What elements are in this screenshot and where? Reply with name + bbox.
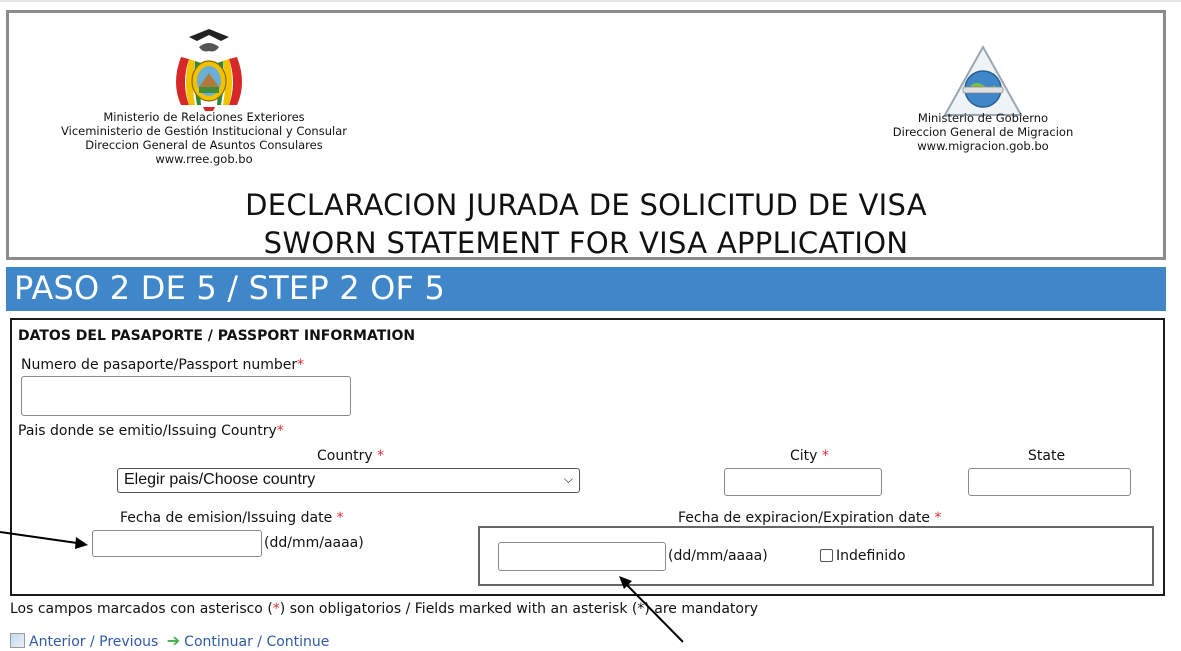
expiration-date-input[interactable] — [498, 542, 666, 571]
expiration-date-label-text: Fecha de expiracion/Expiration date — [678, 510, 931, 526]
wizard-navigation: Anterior / Previous ➔ Continuar / Continu… — [10, 631, 329, 650]
page-title-spanish: DECLARACION JURADA DE SOLICITUD DE VISA — [245, 188, 927, 222]
required-asterisk: * — [276, 423, 284, 439]
expiration-date-format-hint: (dd/mm/aaaa) — [668, 548, 768, 564]
issuing-date-label-text: Fecha de emision/Issuing date — [120, 510, 333, 526]
issuing-date-input[interactable] — [92, 530, 262, 557]
right-ministry-info: Ministerio de Gobierno Direccion General… — [857, 111, 1109, 153]
right-ministry-line: Direccion General de Migracion — [892, 125, 1074, 139]
city-input[interactable] — [724, 468, 882, 496]
state-input[interactable] — [968, 468, 1131, 496]
mandatory-note-text-end: ) son obligatorios / Fields marked with … — [279, 601, 758, 617]
state-label: State — [1028, 448, 1066, 464]
required-asterisk: * — [272, 601, 280, 617]
chevron-down-icon: ⌵ — [563, 472, 573, 486]
step-indicator-bar: PASO 2 DE 5 / STEP 2 OF 5 — [6, 267, 1166, 311]
country-select-value: Elegir pais/Choose country — [124, 471, 316, 488]
page-title-english: SWORN STATEMENT FOR VISA APPLICATION — [263, 226, 909, 260]
section-title: DATOS DEL PASAPORTE / PASSPORT INFORMATI… — [18, 328, 416, 344]
country-select[interactable]: Elegir pais/Choose country ⌵ — [117, 468, 580, 493]
left-ministry-line: Viceministerio de Gestión Institucional … — [61, 124, 347, 138]
back-arrow-icon — [10, 633, 25, 648]
previous-link[interactable]: Anterior / Previous — [29, 634, 158, 650]
required-asterisk: * — [821, 448, 829, 464]
bolivia-coat-of-arms-logo — [176, 29, 242, 111]
left-ministry-info: Ministerio de Relaciones Exteriores Vice… — [19, 110, 389, 166]
required-asterisk: * — [336, 510, 344, 526]
required-asterisk: * — [934, 510, 942, 526]
continue-link[interactable]: Continuar / Continue — [184, 634, 329, 650]
issuing-date-format-hint: (dd/mm/aaaa) — [264, 535, 364, 551]
required-asterisk: * — [297, 357, 305, 373]
issuing-country-label: Pais donde se emitio/Issuing Country* — [18, 423, 284, 439]
passport-number-label: Numero de pasaporte/Passport number* — [21, 357, 304, 373]
passport-number-input[interactable] — [21, 376, 351, 416]
mandatory-note-text-start: Los campos marcados con asterisco ( — [10, 601, 273, 617]
passport-info-form: DATOS DEL PASAPORTE / PASSPORT INFORMATI… — [10, 318, 1165, 596]
country-label: Country * — [317, 448, 384, 464]
top-divider — [0, 0, 1181, 2]
issuing-date-label: Fecha de emision/Issuing date * — [120, 510, 344, 526]
left-ministry-website: www.rree.gob.bo — [155, 152, 253, 166]
left-ministry-line: Ministerio de Relaciones Exteriores — [103, 110, 305, 124]
indefinite-label: Indefinido — [836, 548, 906, 564]
left-ministry-line: Direccion General de Asuntos Consulares — [85, 138, 323, 152]
city-label-text: City — [790, 448, 818, 464]
issuing-country-label-text: Pais donde se emitio/Issuing Country — [18, 423, 277, 439]
green-right-arrow-icon: ➔ — [166, 631, 181, 650]
passport-number-label-text: Numero de pasaporte/Passport number — [21, 357, 298, 373]
expiration-date-group: (dd/mm/aaaa) Indefinido — [478, 526, 1154, 586]
right-ministry-line: Ministerio de Gobierno — [917, 111, 1049, 125]
mandatory-fields-note: Los campos marcados con asterisco (*) so… — [10, 601, 758, 617]
expiration-date-label: Fecha de expiracion/Expiration date * — [678, 510, 942, 526]
page-header: Ministerio de Relaciones Exteriores Vice… — [6, 10, 1166, 260]
step-label: PASO 2 DE 5 / STEP 2 OF 5 — [14, 269, 446, 307]
country-label-text: Country — [317, 448, 373, 464]
required-asterisk: * — [377, 448, 385, 464]
indefinite-checkbox[interactable] — [820, 549, 833, 562]
right-ministry-website: www.migracion.gob.bo — [917, 139, 1049, 153]
migracion-logo — [943, 45, 1023, 116]
city-label: City * — [790, 448, 829, 464]
